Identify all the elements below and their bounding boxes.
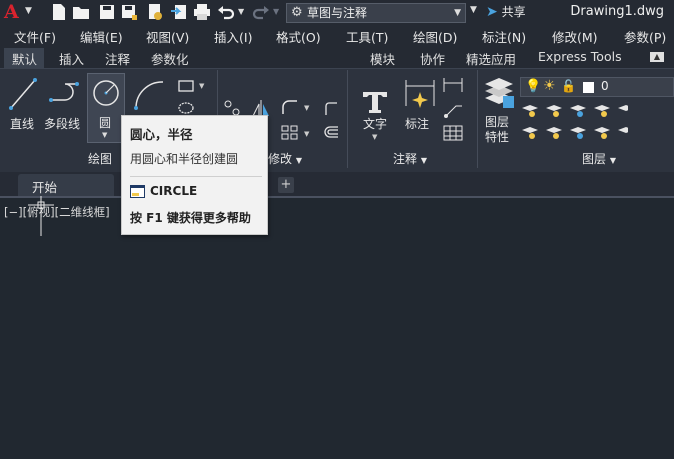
ribbon-minimize-icon[interactable]: ▲ xyxy=(650,52,664,62)
arc-icon[interactable] xyxy=(133,78,167,112)
annotation-panel-label: 注释 xyxy=(393,152,418,166)
redo-icon[interactable] xyxy=(252,3,270,21)
undo-icon[interactable] xyxy=(217,3,235,21)
current-layer-name: 0 xyxy=(601,79,609,93)
unlock-icon: 🔓 xyxy=(561,79,576,93)
rectangle-icon[interactable] xyxy=(176,78,196,94)
layer-properties-icon[interactable] xyxy=(483,76,515,110)
menu-insert[interactable]: 插入(I) xyxy=(214,27,252,46)
share-button[interactable]: ➤ 共享 xyxy=(486,3,526,21)
dimension-button-label[interactable]: 标注 xyxy=(405,115,429,132)
menu-edit[interactable]: 编辑(E) xyxy=(80,27,123,46)
workspace-selector[interactable]: ⚙ 草图与注释 ▼ xyxy=(286,3,466,23)
array-dropdown-icon[interactable]: ▼ xyxy=(304,130,309,138)
table-icon[interactable] xyxy=(442,124,464,142)
lightbulb-icon: 💡 xyxy=(525,79,542,94)
crosshair-cursor-icon xyxy=(28,196,54,236)
polyline-button-label[interactable]: 多段线 xyxy=(44,115,80,132)
save-as-icon[interactable] xyxy=(120,3,138,21)
panel-separator xyxy=(477,70,478,168)
tab-insert[interactable]: 插入 xyxy=(59,49,84,68)
menu-modify[interactable]: 修改(M) xyxy=(552,27,598,46)
layers-panel-label: 图层 xyxy=(582,152,607,166)
layer-dropdown[interactable]: 💡 ☀ 🔓 0 xyxy=(520,77,674,97)
tab-modules[interactable]: 模块 xyxy=(370,49,395,68)
explode-icon[interactable] xyxy=(322,100,342,118)
menu-dimension[interactable]: 标注(N) xyxy=(482,27,526,46)
new-file-icon[interactable] xyxy=(50,3,68,21)
leader-icon[interactable] xyxy=(442,100,464,118)
qa-customize-icon[interactable]: ▼ xyxy=(470,5,477,15)
tooltip-divider xyxy=(130,176,262,177)
menu-parametric[interactable]: 参数(P) xyxy=(624,27,666,46)
text-button-label[interactable]: 文字 xyxy=(363,115,387,132)
dimension-icon[interactable] xyxy=(402,76,438,112)
title-bar: A ▼ ▼ ▼ ⚙ 草图与注释 ▼ ▼ ➤ 共享 Drawing1.dwg xyxy=(0,0,674,26)
rectangle-dropdown-icon[interactable]: ▼ xyxy=(199,82,204,90)
tooltip-title: 圆心，半径 xyxy=(130,127,193,142)
annotation-panel-title[interactable]: 注释 ▼ xyxy=(393,150,427,172)
tab-parametric[interactable]: 参数化 xyxy=(151,49,189,68)
tab-annotate[interactable]: 注释 xyxy=(105,49,130,68)
panel-separator xyxy=(347,70,348,168)
layers-panel-title[interactable]: 图层 ▼ xyxy=(582,150,616,172)
tab-start[interactable]: 开始 xyxy=(18,174,114,196)
send-icon: ➤ xyxy=(486,4,498,20)
new-tab-plus-icon[interactable]: + xyxy=(278,177,294,193)
import-icon[interactable] xyxy=(170,3,188,21)
redo-dropdown-icon[interactable]: ▼ xyxy=(273,7,279,16)
tab-default[interactable]: 默认 xyxy=(12,49,37,68)
workspace-dropdown-icon: ▼ xyxy=(454,8,461,18)
tab-featured-apps[interactable]: 精选应用 xyxy=(466,49,516,68)
fillet-icon[interactable] xyxy=(280,98,300,116)
circle-tooltip: 圆心，半径 用圆心和半径创建圆 CIRCLE 按 F1 键获得更多帮助 xyxy=(121,115,268,235)
tooltip-command: CIRCLE xyxy=(150,184,198,198)
ribbon-tabs: 默认 插入 注释 参数化 模块 协作 精选应用 Express Tools ▲ xyxy=(0,46,674,69)
linear-dim-icon[interactable] xyxy=(442,76,464,94)
menu-draw[interactable]: 绘图(D) xyxy=(413,27,457,46)
document-title: Drawing1.dwg xyxy=(570,4,664,19)
undo-dropdown-icon[interactable]: ▼ xyxy=(238,7,244,16)
tab-express-tools[interactable]: Express Tools xyxy=(538,49,622,64)
drawing-canvas[interactable] xyxy=(0,196,674,459)
tooltip-help: 按 F1 键获得更多帮助 xyxy=(130,211,251,225)
share-label: 共享 xyxy=(501,5,526,19)
polyline-icon[interactable] xyxy=(48,78,82,106)
menu-bar: 文件(F) 编辑(E) 视图(V) 插入(I) 格式(O) 工具(T) 绘图(D… xyxy=(0,26,674,46)
array-icon[interactable] xyxy=(280,124,300,142)
layer-tools-icon[interactable] xyxy=(522,102,628,144)
menu-format[interactable]: 格式(O) xyxy=(276,27,321,46)
workspace-name: 草图与注释 xyxy=(307,6,368,20)
save-icon[interactable] xyxy=(98,3,116,21)
line-button-label[interactable]: 直线 xyxy=(10,115,34,132)
layer-properties-label[interactable]: 图层 特性 xyxy=(485,115,509,145)
draw-panel-title[interactable]: 绘图 xyxy=(88,150,112,172)
circle-button-label: 圆 xyxy=(99,116,112,130)
publish-icon[interactable] xyxy=(146,3,164,21)
circle-dropdown-icon: ▼ xyxy=(102,131,108,139)
command-line-icon xyxy=(130,185,145,198)
gear-icon: ⚙ xyxy=(291,5,303,20)
layer-color-swatch xyxy=(583,82,594,93)
modify-panel-title[interactable]: 修改 ▼ xyxy=(268,150,302,172)
menu-file[interactable]: 文件(F) xyxy=(14,27,56,46)
ellipse-icon[interactable] xyxy=(176,100,196,116)
fillet-dropdown-icon[interactable]: ▼ xyxy=(304,104,309,112)
menu-view[interactable]: 视图(V) xyxy=(146,27,189,46)
open-file-icon[interactable] xyxy=(72,3,90,21)
sun-icon: ☀ xyxy=(543,78,556,94)
plot-icon[interactable] xyxy=(193,3,211,21)
line-icon[interactable] xyxy=(8,76,38,112)
app-logo-icon[interactable]: A xyxy=(4,1,19,23)
circle-button[interactable]: 圆 ▼ xyxy=(87,73,125,143)
text-dropdown-icon[interactable]: ▼ xyxy=(372,133,377,141)
tooltip-description: 用圆心和半径创建圆 xyxy=(130,152,239,166)
viewport-controls[interactable]: [−][俯视][二维线框] xyxy=(4,204,110,220)
menu-tools[interactable]: 工具(T) xyxy=(346,27,388,46)
tab-collaborate[interactable]: 协作 xyxy=(420,49,445,68)
circle-icon xyxy=(93,80,119,106)
offset-icon[interactable] xyxy=(322,124,342,142)
app-menu-dropdown-icon[interactable]: ▼ xyxy=(25,6,32,16)
text-icon[interactable] xyxy=(361,88,389,114)
